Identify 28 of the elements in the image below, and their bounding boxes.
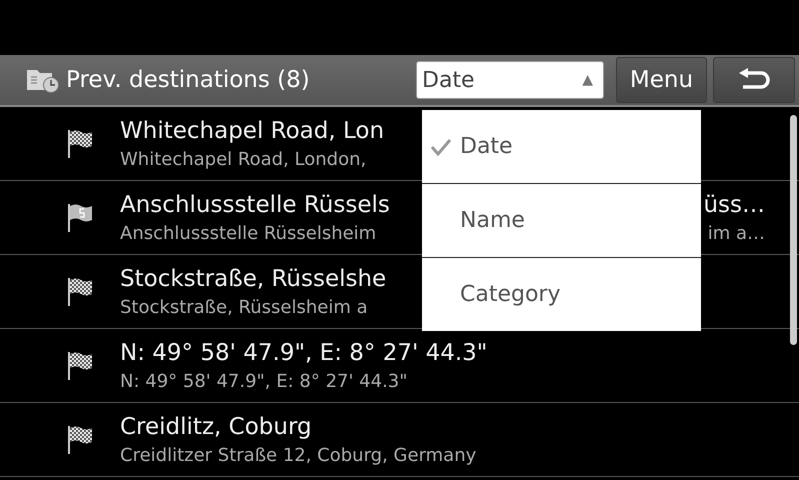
destination-row[interactable]: Creidlitz, Coburg Creidlitzer Straße 12, Coburg, Germany bbox=[0, 403, 799, 477]
destination-title: Anschlussstelle Rüssels bbox=[120, 190, 390, 220]
destination-title: Creidlitz, Coburg bbox=[120, 412, 312, 442]
destination-title: Whitechapel Road, Lon bbox=[120, 116, 384, 146]
folder-clock-icon bbox=[26, 67, 60, 93]
destination-title: Stockstraße, Rüsselshe bbox=[120, 264, 386, 294]
destination-address: Anschlussstelle Rüsselsheim bbox=[120, 222, 376, 246]
flag-icon bbox=[66, 202, 94, 234]
sort-option[interactable]: Category bbox=[422, 258, 701, 331]
sort-option[interactable]: Name bbox=[422, 184, 701, 258]
sort-option[interactable]: Date bbox=[422, 110, 701, 184]
destination-address: im a… bbox=[708, 222, 765, 246]
checkered-flag-icon bbox=[66, 128, 94, 160]
destination-address: Creidlitzer Straße 12, Coburg, Germany bbox=[120, 444, 476, 468]
back-arrow-icon bbox=[737, 68, 771, 92]
back-button[interactable] bbox=[713, 57, 795, 103]
destination-address: Whitechapel Road, London, bbox=[120, 148, 366, 172]
menu-button[interactable]: Menu bbox=[616, 57, 707, 103]
destination-address: Stockstraße, Rüsselsheim a bbox=[120, 296, 368, 320]
destination-address: N: 49° 58' 47.9", E: 8° 27' 44.3" bbox=[120, 370, 408, 394]
screen-title: Prev. destinations (8) bbox=[66, 67, 311, 93]
checkered-flag-icon bbox=[66, 350, 94, 382]
destination-title: N: 49° 58' 47.9", E: 8° 27' 44.3" bbox=[120, 338, 488, 368]
checkered-flag-icon bbox=[66, 276, 94, 308]
scrollbar[interactable] bbox=[790, 115, 797, 345]
sort-dropdown[interactable]: Date ▲ bbox=[416, 61, 604, 99]
destination-title: üss… bbox=[703, 190, 765, 220]
checkered-flag-icon bbox=[66, 424, 94, 456]
